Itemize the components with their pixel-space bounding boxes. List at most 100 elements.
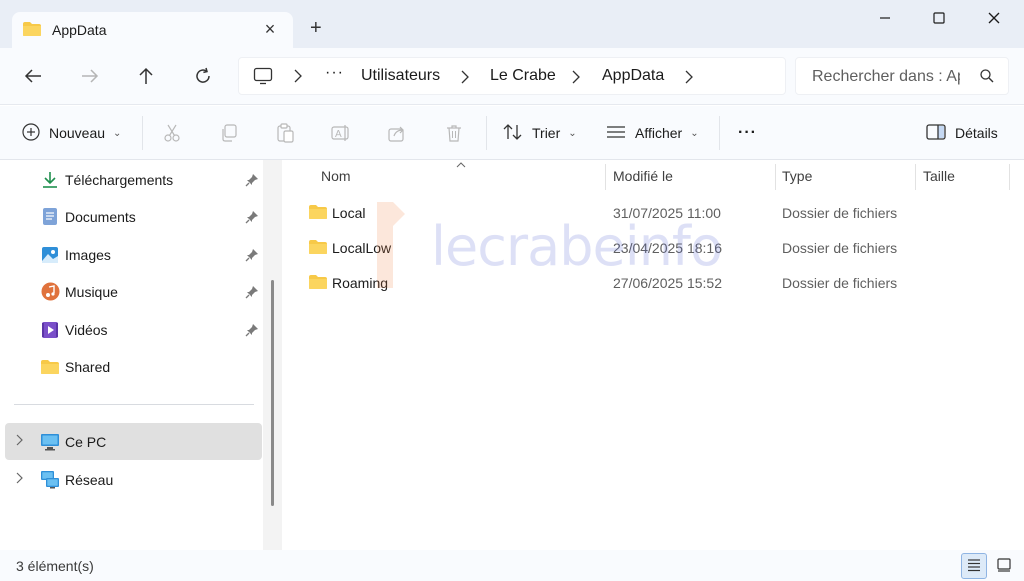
file-modified: 31/07/2025 11:00 (613, 205, 721, 221)
view-lines-icon (606, 125, 626, 142)
column-header-name[interactable]: Nom (321, 168, 351, 184)
sidebar-scrollbar[interactable] (263, 160, 282, 550)
column-divider[interactable] (915, 164, 916, 190)
up-arrow-icon[interactable] (134, 64, 158, 88)
chevron-right-icon[interactable] (461, 70, 469, 87)
sort-button[interactable]: Trier ⌄ (503, 121, 577, 145)
maximize-icon[interactable] (911, 0, 967, 36)
documents-icon (40, 207, 60, 227)
list-view-icon (967, 558, 981, 575)
details-view-button[interactable] (961, 553, 987, 579)
table-row[interactable]: Local 31/07/2025 11:00 Dossier de fichie… (302, 196, 1012, 231)
file-modified: 27/06/2025 15:52 (613, 275, 722, 291)
sidebar-item-musique[interactable]: Musique (0, 273, 263, 310)
chevron-down-icon: ⌄ (568, 127, 577, 139)
file-name: LocalLow (332, 240, 392, 256)
close-icon[interactable] (966, 0, 1022, 36)
computer-icon (40, 432, 60, 452)
navigation-bar: ··· Utilisateurs Le Crabe AppData Recher… (0, 48, 1024, 105)
sidebar-item-label: Ce PC (65, 433, 107, 450)
refresh-icon[interactable] (191, 64, 215, 88)
delete-icon[interactable] (442, 121, 466, 145)
pin-icon[interactable] (245, 285, 259, 299)
sidebar-divider (14, 404, 254, 405)
details-pane-icon (926, 123, 946, 143)
tab-title: AppData (52, 22, 107, 38)
breadcrumb-utilisateurs[interactable]: Utilisateurs (361, 67, 440, 85)
chevron-right-icon[interactable] (16, 434, 26, 449)
minimize-icon[interactable] (857, 0, 913, 36)
sidebar-item-label: Musique (65, 283, 118, 300)
chevron-right-icon[interactable] (16, 472, 26, 487)
forward-arrow-icon[interactable] (78, 64, 102, 88)
details-pane-button[interactable]: Détails (926, 121, 998, 145)
divider (719, 116, 720, 150)
paste-icon[interactable] (273, 121, 297, 145)
address-bar[interactable]: ··· Utilisateurs Le Crabe AppData (238, 57, 786, 95)
table-row[interactable]: Roaming 27/06/2025 15:52 Dossier de fich… (302, 266, 1012, 301)
more-options-button[interactable]: ··· (738, 121, 757, 145)
details-button-label: Détails (955, 125, 998, 141)
share-icon[interactable] (386, 121, 410, 145)
tiles-view-icon (997, 557, 1011, 575)
copy-icon[interactable] (217, 121, 241, 145)
tiles-view-button[interactable] (991, 553, 1017, 579)
chevron-down-icon: ⌄ (690, 127, 699, 139)
new-button[interactable]: Nouveau ⌄ (22, 121, 121, 145)
breadcrumb-le-crabe[interactable]: Le Crabe (490, 67, 556, 85)
file-type: Dossier de fichiers (782, 275, 898, 291)
pin-icon[interactable] (245, 173, 259, 187)
sidebar-item-label: Téléchargements (65, 171, 174, 188)
breadcrumb-overflow[interactable]: ··· (325, 64, 344, 82)
sidebar-item-label: Images (65, 246, 111, 263)
sort-ascending-icon (456, 160, 466, 171)
chevron-right-icon[interactable] (572, 70, 580, 87)
table-row[interactable]: LocalLow 23/04/2025 18:16 Dossier de fic… (302, 231, 1012, 266)
tab-appdata[interactable]: AppData × (12, 12, 293, 48)
divider (142, 116, 143, 150)
status-bar: 3 élément(s) (0, 550, 1024, 581)
sidebar-item-telechargements[interactable]: Téléchargements (0, 161, 263, 198)
chevron-right-icon[interactable] (294, 69, 302, 86)
chevron-down-icon: ⌄ (113, 127, 122, 139)
sidebar-item-label: Shared (65, 358, 111, 375)
sidebar-item-ce-pc[interactable]: Ce PC (5, 423, 262, 460)
column-divider[interactable] (1009, 164, 1010, 190)
column-divider[interactable] (605, 164, 606, 190)
item-count: 3 élément(s) (16, 558, 94, 574)
rename-icon[interactable]: A (329, 121, 353, 145)
search-input[interactable]: Rechercher dans : AppData (812, 68, 960, 86)
sidebar-item-documents[interactable]: Documents (0, 198, 263, 235)
music-icon (40, 282, 60, 302)
computer-icon[interactable] (253, 67, 273, 88)
cut-icon[interactable] (160, 121, 184, 145)
download-icon (40, 170, 60, 190)
scrollbar-thumb[interactable] (271, 280, 274, 506)
back-arrow-icon[interactable] (21, 64, 45, 88)
sidebar-item-videos[interactable]: Vidéos (0, 311, 263, 348)
sidebar-item-shared[interactable]: Shared (0, 348, 263, 385)
pin-icon[interactable] (245, 323, 259, 337)
column-header-type[interactable]: Type (782, 168, 812, 184)
chevron-right-icon[interactable] (685, 70, 693, 87)
pin-icon[interactable] (245, 248, 259, 262)
command-bar: Nouveau ⌄ A Trier ⌄ Afficher ⌄ ··· Détai… (0, 106, 1024, 160)
search-box[interactable]: Rechercher dans : AppData (795, 57, 1009, 95)
view-button[interactable]: Afficher ⌄ (606, 121, 699, 145)
breadcrumb-appdata[interactable]: AppData (602, 67, 664, 85)
search-icon[interactable] (980, 69, 994, 86)
pin-icon[interactable] (245, 210, 259, 224)
sidebar-item-images[interactable]: Images (0, 236, 263, 273)
sidebar-item-reseau[interactable]: Réseau (0, 461, 263, 498)
file-modified: 23/04/2025 18:16 (613, 240, 722, 256)
new-button-label: Nouveau (49, 125, 106, 141)
new-tab-button[interactable]: + (310, 18, 322, 38)
sidebar-item-label: Documents (65, 208, 136, 225)
column-header-modified[interactable]: Modifié le (613, 168, 673, 184)
title-bar: AppData × + (0, 0, 1024, 48)
column-header-size[interactable]: Taille (923, 168, 955, 184)
view-button-label: Afficher (635, 125, 683, 141)
folder-icon (308, 204, 328, 223)
column-divider[interactable] (775, 164, 776, 190)
close-tab-icon[interactable]: × (261, 20, 279, 38)
